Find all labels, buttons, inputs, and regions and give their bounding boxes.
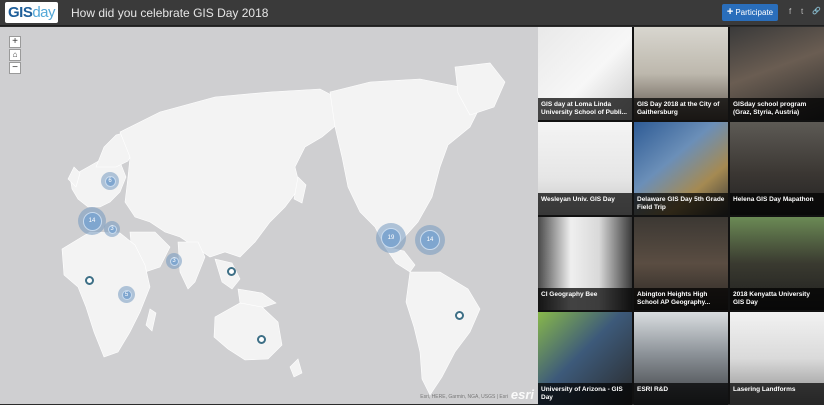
location-pin[interactable] xyxy=(455,311,464,320)
cluster-marker[interactable]: 19 xyxy=(376,223,406,253)
gallery-tile[interactable]: Helena GIS Day Mapathon xyxy=(730,122,824,215)
cluster-marker[interactable]: 3 xyxy=(166,253,182,269)
esri-logo: esri xyxy=(510,387,534,402)
world-map[interactable]: + ⌂ − 6 14 3 3 5 19 14 Esri, HERE, Garmi… xyxy=(0,27,538,404)
app-header: GISday How did you celebrate GIS Day 201… xyxy=(0,0,824,26)
location-pin[interactable] xyxy=(227,267,236,276)
location-pin[interactable] xyxy=(85,276,94,285)
home-button[interactable]: ⌂ xyxy=(9,49,21,61)
photo-gallery: GIS day at Loma Linda University School … xyxy=(538,27,824,405)
cluster-marker[interactable]: 3 xyxy=(104,221,120,237)
gallery-tile[interactable]: GISday school program (Graz, Styria, Aus… xyxy=(730,27,824,120)
gisday-logo[interactable]: GISday xyxy=(5,2,58,23)
gallery-tile[interactable]: Wesleyan Univ. GIS Day xyxy=(538,122,632,215)
gallery-tile[interactable]: University of Arizona - GIS Day xyxy=(538,312,632,405)
twitter-icon[interactable]: t xyxy=(801,7,803,16)
cluster-marker[interactable]: 14 xyxy=(415,225,445,255)
gallery-tile[interactable]: CI Geography Bee xyxy=(538,217,632,310)
zoom-out-button[interactable]: − xyxy=(9,62,21,74)
gallery-tile[interactable]: ESRI R&D xyxy=(634,312,728,405)
link-icon[interactable]: 🔗 xyxy=(812,7,821,15)
gallery-tile[interactable]: Delaware GIS Day 5th Grade Field Trip xyxy=(634,122,728,215)
plus-icon: + xyxy=(726,6,734,18)
home-icon: ⌂ xyxy=(12,50,18,59)
gallery-tile[interactable]: 2018 Kenyatta University GIS Day xyxy=(730,217,824,310)
page-title: How did you celebrate GIS Day 2018 xyxy=(71,6,269,20)
cluster-marker[interactable]: 6 xyxy=(101,172,119,190)
location-pin[interactable] xyxy=(257,335,266,344)
zoom-in-button[interactable]: + xyxy=(9,36,21,48)
gallery-tile[interactable]: Abington Heights High School AP Geograph… xyxy=(634,217,728,310)
gallery-tile[interactable]: GIS day at Loma Linda University School … xyxy=(538,27,632,120)
cluster-marker[interactable]: 5 xyxy=(118,286,135,303)
facebook-icon[interactable]: f xyxy=(789,7,791,16)
participate-button[interactable]: + Participate xyxy=(722,4,778,21)
map-attribution: Esri, HERE, Garmin, NGA, USGS | Esri xyxy=(420,394,508,400)
cluster-marker[interactable]: 14 xyxy=(78,207,106,235)
gallery-tile[interactable]: GIS Day 2018 at the City of Gaithersburg xyxy=(634,27,728,120)
gallery-tile[interactable]: Lasering Landforms xyxy=(730,312,824,405)
